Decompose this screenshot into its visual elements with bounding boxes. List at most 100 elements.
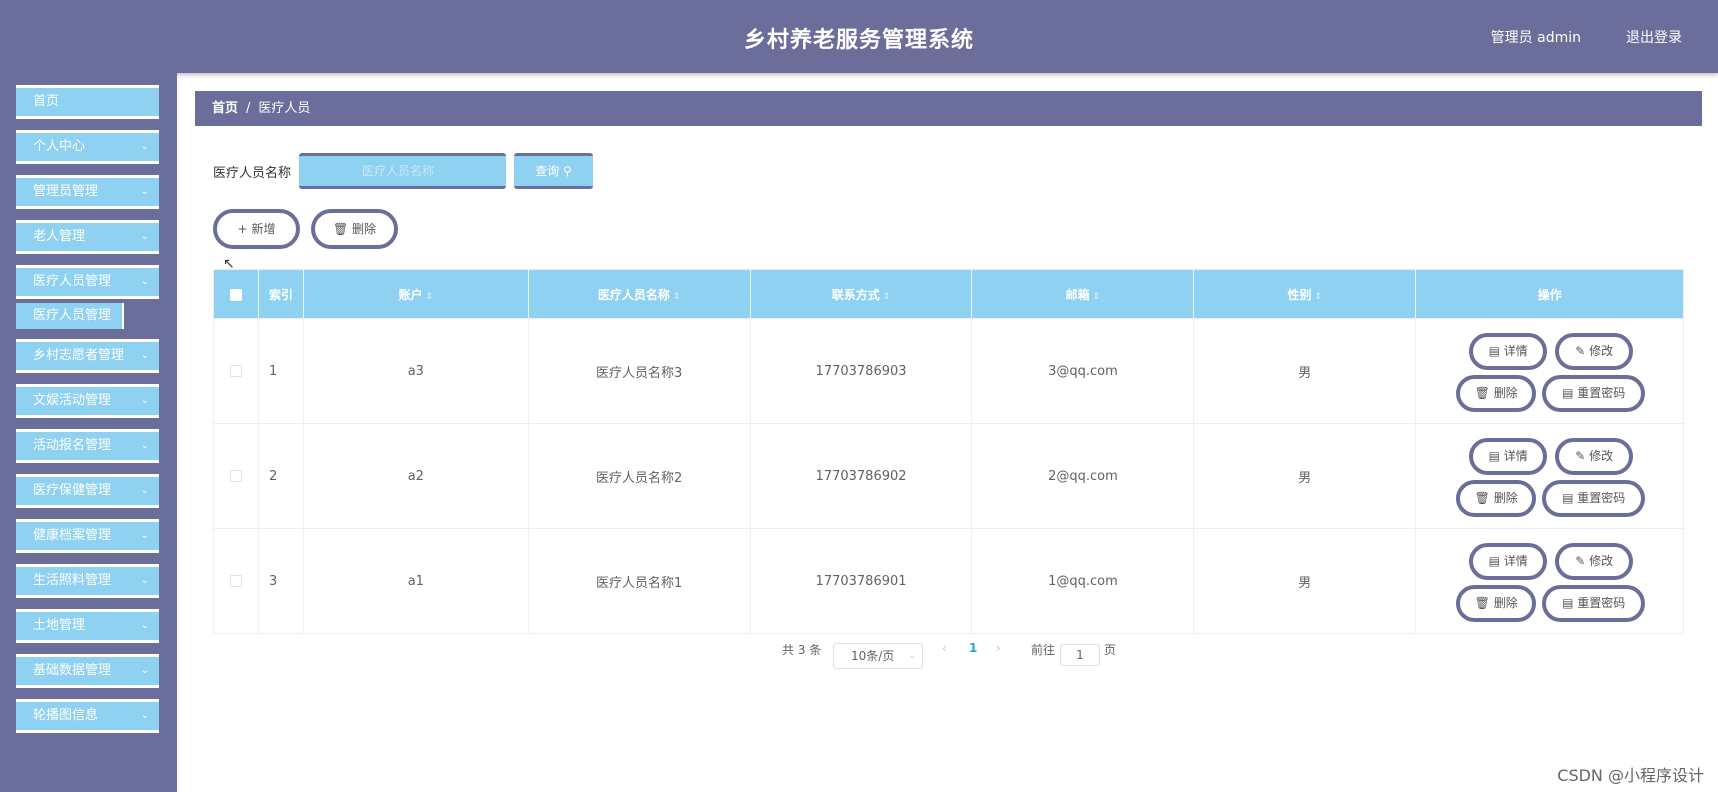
detail-button[interactable]: ▤ 详情 xyxy=(1469,543,1548,580)
sidebar-item-label: 乡村志愿者管理 xyxy=(33,348,125,363)
column-header-label: 邮箱 xyxy=(1065,287,1090,302)
reset-password-label: 重置密码 xyxy=(1577,386,1626,400)
row-actions: ▤ 详情 ✎ 修改 🗑 删除 ▤ 重置密码 xyxy=(1416,529,1683,633)
sidebar-item-entertainment[interactable]: 文娱活动管理 ⌄ xyxy=(16,384,159,418)
cell-name: 医疗人员名称3 xyxy=(527,318,751,424)
column-header-gender[interactable]: 性别 ⇕ xyxy=(1193,269,1417,319)
page-jump-input[interactable]: 1 xyxy=(1060,644,1100,666)
document-icon: ▤ xyxy=(1488,554,1500,568)
sort-icon[interactable]: ⇕ xyxy=(426,292,434,302)
trash-icon: 🗑 xyxy=(1474,596,1490,610)
row-checkbox[interactable] xyxy=(229,470,242,482)
sort-icon[interactable]: ⇕ xyxy=(1093,292,1101,302)
sidebar-item-land[interactable]: 土地管理 ⌄ xyxy=(16,609,159,643)
detail-button-label: 详情 xyxy=(1503,554,1528,568)
add-button[interactable]: + 新增 xyxy=(213,209,300,249)
sidebar-item-label: 文娱活动管理 xyxy=(33,393,112,408)
row-actions: ▤ 详情 ✎ 修改 🗑 删除 ▤ 重置密码 xyxy=(1416,424,1683,528)
next-page-icon[interactable]: › xyxy=(996,641,1001,655)
detail-button-label: 详情 xyxy=(1503,449,1528,463)
column-header-label: 性别 xyxy=(1287,287,1312,302)
row-checkbox[interactable] xyxy=(229,575,242,587)
delete-button[interactable]: 🗑 删除 xyxy=(1456,375,1537,412)
column-header-label: 操作 xyxy=(1537,287,1562,302)
sidebar-item-home[interactable]: 首页 xyxy=(16,85,159,119)
sidebar-subitem-medical-staff[interactable]: 医疗人员管理 xyxy=(16,303,124,329)
plus-icon: + xyxy=(237,222,248,236)
sidebar-item-registration[interactable]: 活动报名管理 ⌄ xyxy=(16,429,159,463)
sidebar-item-health-records[interactable]: 健康档案管理 ⌄ xyxy=(16,519,159,553)
select-all-checkbox[interactable] xyxy=(229,288,242,301)
cell-gender: 男 xyxy=(1193,528,1417,634)
delete-button[interactable]: 🗑 删除 xyxy=(1456,480,1537,517)
sort-icon[interactable]: ⇕ xyxy=(673,292,681,302)
sidebar-item-label: 活动报名管理 xyxy=(33,438,112,453)
trash-icon: 🗑 xyxy=(1474,386,1490,400)
edit-button-label: 修改 xyxy=(1589,449,1614,463)
chevron-down-icon: ⌄ xyxy=(140,350,149,361)
sidebar-item-label: 生活照料管理 xyxy=(33,573,112,588)
sidebar-item-healthcare[interactable]: 医疗保健管理 ⌄ xyxy=(16,474,159,508)
sidebar-item-base-data[interactable]: 基础数据管理 ⌄ xyxy=(16,654,159,688)
row-select-cell xyxy=(213,423,259,529)
column-header-email[interactable]: 邮箱 ⇕ xyxy=(971,269,1195,319)
reset-password-label: 重置密码 xyxy=(1577,491,1626,505)
cell-phone: 17703786903 xyxy=(749,318,973,424)
cell-name: 医疗人员名称1 xyxy=(527,528,751,634)
column-header-phone[interactable]: 联系方式 ⇕ xyxy=(749,269,973,319)
breadcrumb-home[interactable]: 首页 xyxy=(212,101,238,116)
detail-button[interactable]: ▤ 详情 xyxy=(1469,438,1548,475)
sidebar-item-label: 首页 xyxy=(33,94,60,109)
page-size-label: 10条/页 xyxy=(851,649,895,663)
reset-password-button[interactable]: ▤ 重置密码 xyxy=(1542,375,1646,412)
edit-button[interactable]: ✎ 修改 xyxy=(1555,543,1634,580)
sort-icon[interactable]: ⇕ xyxy=(883,292,891,302)
sidebar-item-elderly[interactable]: 老人管理 ⌄ xyxy=(16,220,159,254)
breadcrumb: 首页 / 医疗人员 xyxy=(195,91,1702,126)
delete-button[interactable]: 🗑 删除 xyxy=(1456,585,1537,622)
current-user: 管理员 admin xyxy=(1490,30,1581,46)
breadcrumb-current: 医疗人员 xyxy=(258,101,311,116)
edit-button[interactable]: ✎ 修改 xyxy=(1555,333,1634,370)
app-title: 乡村养老服务管理系统 xyxy=(743,28,974,53)
column-header-label: 账户 xyxy=(398,287,423,302)
sidebar-item-carousel[interactable]: 轮播图信息 ⌄ xyxy=(16,699,159,733)
logout-link[interactable]: 退出登录 xyxy=(1626,27,1682,47)
breadcrumb-separator: / xyxy=(246,101,251,116)
column-header-name[interactable]: 医疗人员名称 ⇕ xyxy=(527,269,751,319)
page-size-select[interactable]: 10条/页 ⌄ xyxy=(833,643,923,669)
sidebar-item-medical-staff[interactable]: 医疗人员管理 ⌄ xyxy=(16,265,159,299)
row-checkbox[interactable] xyxy=(229,365,242,377)
sidebar-item-label: 土地管理 xyxy=(33,618,86,633)
sidebar-item-daily-care[interactable]: 生活照料管理 ⌄ xyxy=(16,564,159,598)
query-button[interactable]: 查询 ⚲ xyxy=(514,153,593,189)
page-number-current[interactable]: 1 xyxy=(969,641,977,655)
sidebar-item-admin[interactable]: 管理员管理 ⌄ xyxy=(16,175,159,209)
cell-name: 医疗人员名称2 xyxy=(527,423,751,529)
trash-icon: 🗑 xyxy=(332,222,349,236)
sort-icon[interactable]: ⇕ xyxy=(1315,292,1323,302)
sidebar-item-volunteers[interactable]: 乡村志愿者管理 ⌄ xyxy=(16,339,159,373)
edit-button[interactable]: ✎ 修改 xyxy=(1555,438,1634,475)
row-select-cell xyxy=(213,318,259,424)
edit-button-label: 修改 xyxy=(1589,554,1614,568)
sidebar-item-label: 轮播图信息 xyxy=(33,708,99,723)
chevron-down-icon: ⌄ xyxy=(140,231,149,242)
cell-gender: 男 xyxy=(1193,318,1417,424)
search-input[interactable] xyxy=(299,153,506,189)
reset-password-button[interactable]: ▤ 重置密码 xyxy=(1542,585,1646,622)
delete-button-label: 删除 xyxy=(1493,386,1518,400)
batch-delete-button[interactable]: 🗑 删除 xyxy=(311,209,398,249)
row-select-cell xyxy=(213,528,259,634)
column-header-account[interactable]: 账户 ⇕ xyxy=(302,269,529,319)
prev-page-icon[interactable]: ‹ xyxy=(942,641,947,655)
cell-email: 1@qq.com xyxy=(971,528,1195,634)
sidebar-item-personal-center[interactable]: 个人中心 ⌄ xyxy=(16,130,159,164)
cell-actions: ▤ 详情 ✎ 修改 🗑 删除 ▤ 重置密码 xyxy=(1415,528,1684,634)
reset-password-button[interactable]: ▤ 重置密码 xyxy=(1542,480,1646,517)
detail-button[interactable]: ▤ 详情 xyxy=(1469,333,1548,370)
pencil-icon: ✎ xyxy=(1575,554,1586,568)
goto-label: 前往 xyxy=(1031,643,1056,657)
chevron-down-icon: ⌄ xyxy=(908,651,916,661)
watermark: CSDN @小程序设计 xyxy=(1557,766,1704,785)
